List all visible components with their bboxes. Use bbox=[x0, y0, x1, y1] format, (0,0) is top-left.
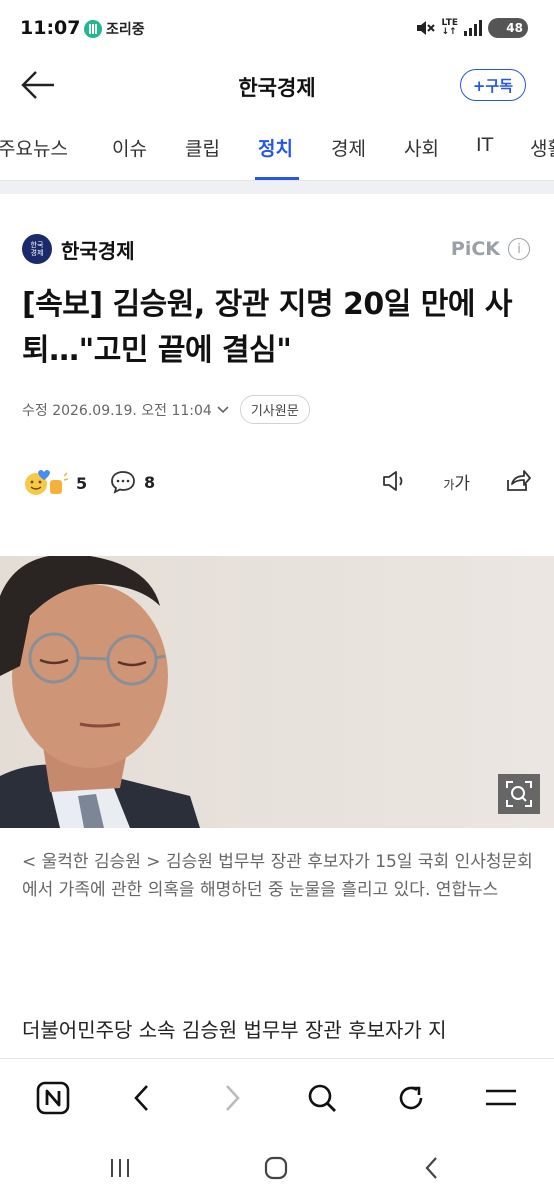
forward-button[interactable] bbox=[209, 1075, 255, 1121]
speaker-icon[interactable] bbox=[381, 469, 409, 493]
tab-it[interactable]: IT bbox=[476, 134, 493, 156]
share-icon[interactable] bbox=[504, 468, 532, 494]
tab-clip[interactable]: 클립 bbox=[185, 134, 220, 161]
status-bar: 11:07 조리중 LTE ↓↑ 48 bbox=[0, 0, 554, 58]
cooking-icon bbox=[84, 20, 102, 38]
home-icon bbox=[264, 1156, 288, 1180]
system-back-button[interactable] bbox=[412, 1150, 452, 1186]
article-photo[interactable] bbox=[0, 556, 554, 828]
subscribe-button[interactable]: +구독 bbox=[459, 69, 526, 101]
reaction-count: 5 bbox=[76, 473, 88, 493]
comment-button[interactable]: 8 bbox=[110, 470, 155, 494]
status-time: 11:07 bbox=[20, 17, 81, 39]
cooking-indicator: 조리중 bbox=[84, 19, 145, 39]
refresh-button[interactable] bbox=[388, 1075, 434, 1121]
battery-level: 48 bbox=[506, 21, 523, 35]
tab-society[interactable]: 사회 bbox=[404, 134, 439, 161]
date-text: 수정 2026.09.19. 오전 11:04 bbox=[22, 402, 212, 419]
article-actions: 5 8 가가 bbox=[22, 466, 532, 502]
comment-count: 8 bbox=[144, 472, 156, 492]
app-header: 한국경제 +구독 bbox=[0, 58, 554, 114]
article-meta: 수정 2026.09.19. 오전 11:04 기사원문 bbox=[22, 395, 310, 424]
info-icon[interactable]: i bbox=[508, 238, 530, 260]
zoom-search-icon bbox=[506, 781, 532, 807]
tab-economy[interactable]: 경제 bbox=[331, 134, 366, 161]
article-tools: 가가 bbox=[381, 468, 532, 494]
pick-badge: PiCK i bbox=[451, 238, 530, 260]
naver-n-icon bbox=[36, 1081, 70, 1114]
browser-toolbar bbox=[0, 1058, 554, 1136]
signal-icon bbox=[464, 20, 482, 36]
zoom-image-button[interactable] bbox=[498, 774, 540, 814]
chevron-left-icon bbox=[134, 1084, 149, 1111]
search-icon bbox=[308, 1084, 336, 1112]
section-divider bbox=[0, 180, 554, 194]
chevron-down-icon bbox=[217, 405, 229, 413]
article-headline: [속보] 김승원, 장관 지명 20일 만에 사퇴…"고민 끝에 결심" bbox=[22, 287, 513, 368]
tab-politics[interactable]: 정치 bbox=[258, 134, 293, 161]
pick-label: PiCK bbox=[450, 238, 500, 260]
system-back-icon bbox=[425, 1157, 437, 1179]
chevron-right-icon bbox=[226, 1084, 240, 1111]
tab-life[interactable]: 생활 bbox=[530, 134, 554, 161]
font-size-button[interactable]: 가가 bbox=[443, 469, 470, 494]
back-button[interactable] bbox=[119, 1075, 165, 1121]
tab-issue[interactable]: 이슈 bbox=[112, 134, 147, 161]
naver-home-button[interactable] bbox=[30, 1075, 76, 1121]
search-button[interactable] bbox=[299, 1075, 345, 1121]
article-date[interactable]: 수정 2026.09.19. 오전 11:04 bbox=[22, 400, 230, 420]
publisher-name[interactable]: 한국경제 bbox=[61, 235, 135, 264]
article-body: 더불어민주당 소속 김승원 법무부 장관 후보자가 지 bbox=[22, 1018, 447, 1042]
network-type: LTE ↓↑ bbox=[441, 18, 458, 37]
hamburger-menu-icon bbox=[486, 1089, 517, 1105]
publisher-logo: 한국 경제 bbox=[22, 234, 52, 264]
person-photo bbox=[0, 556, 554, 828]
reaction-emoji-icon bbox=[25, 470, 68, 495]
reaction-button[interactable]: 5 bbox=[22, 468, 87, 498]
original-article-button[interactable]: 기사원문 bbox=[239, 395, 310, 424]
comment-icon bbox=[111, 471, 135, 494]
menu-button[interactable] bbox=[478, 1075, 524, 1121]
recent-apps-button[interactable] bbox=[100, 1150, 140, 1186]
photo-caption: < 울컥한 김승원 > 김승원 법무부 장관 후보자가 15일 국회 인사청문회… bbox=[22, 852, 533, 900]
tab-main-news[interactable]: 주요뉴스 bbox=[0, 134, 68, 161]
status-icons: LTE ↓↑ 48 bbox=[415, 18, 528, 38]
category-tabs: 주요뉴스 이슈 클립 정치 경제 사회 IT 생활 bbox=[0, 122, 554, 182]
mute-icon bbox=[417, 21, 436, 35]
home-button[interactable] bbox=[256, 1150, 296, 1186]
refresh-icon bbox=[400, 1086, 423, 1109]
battery-indicator: 48 bbox=[488, 18, 528, 38]
cooking-label: 조리중 bbox=[106, 22, 145, 38]
publisher-row[interactable]: 한국 경제 한국경제 bbox=[22, 234, 135, 264]
system-navigation-bar bbox=[0, 1136, 554, 1200]
recent-apps-icon bbox=[111, 1159, 129, 1177]
